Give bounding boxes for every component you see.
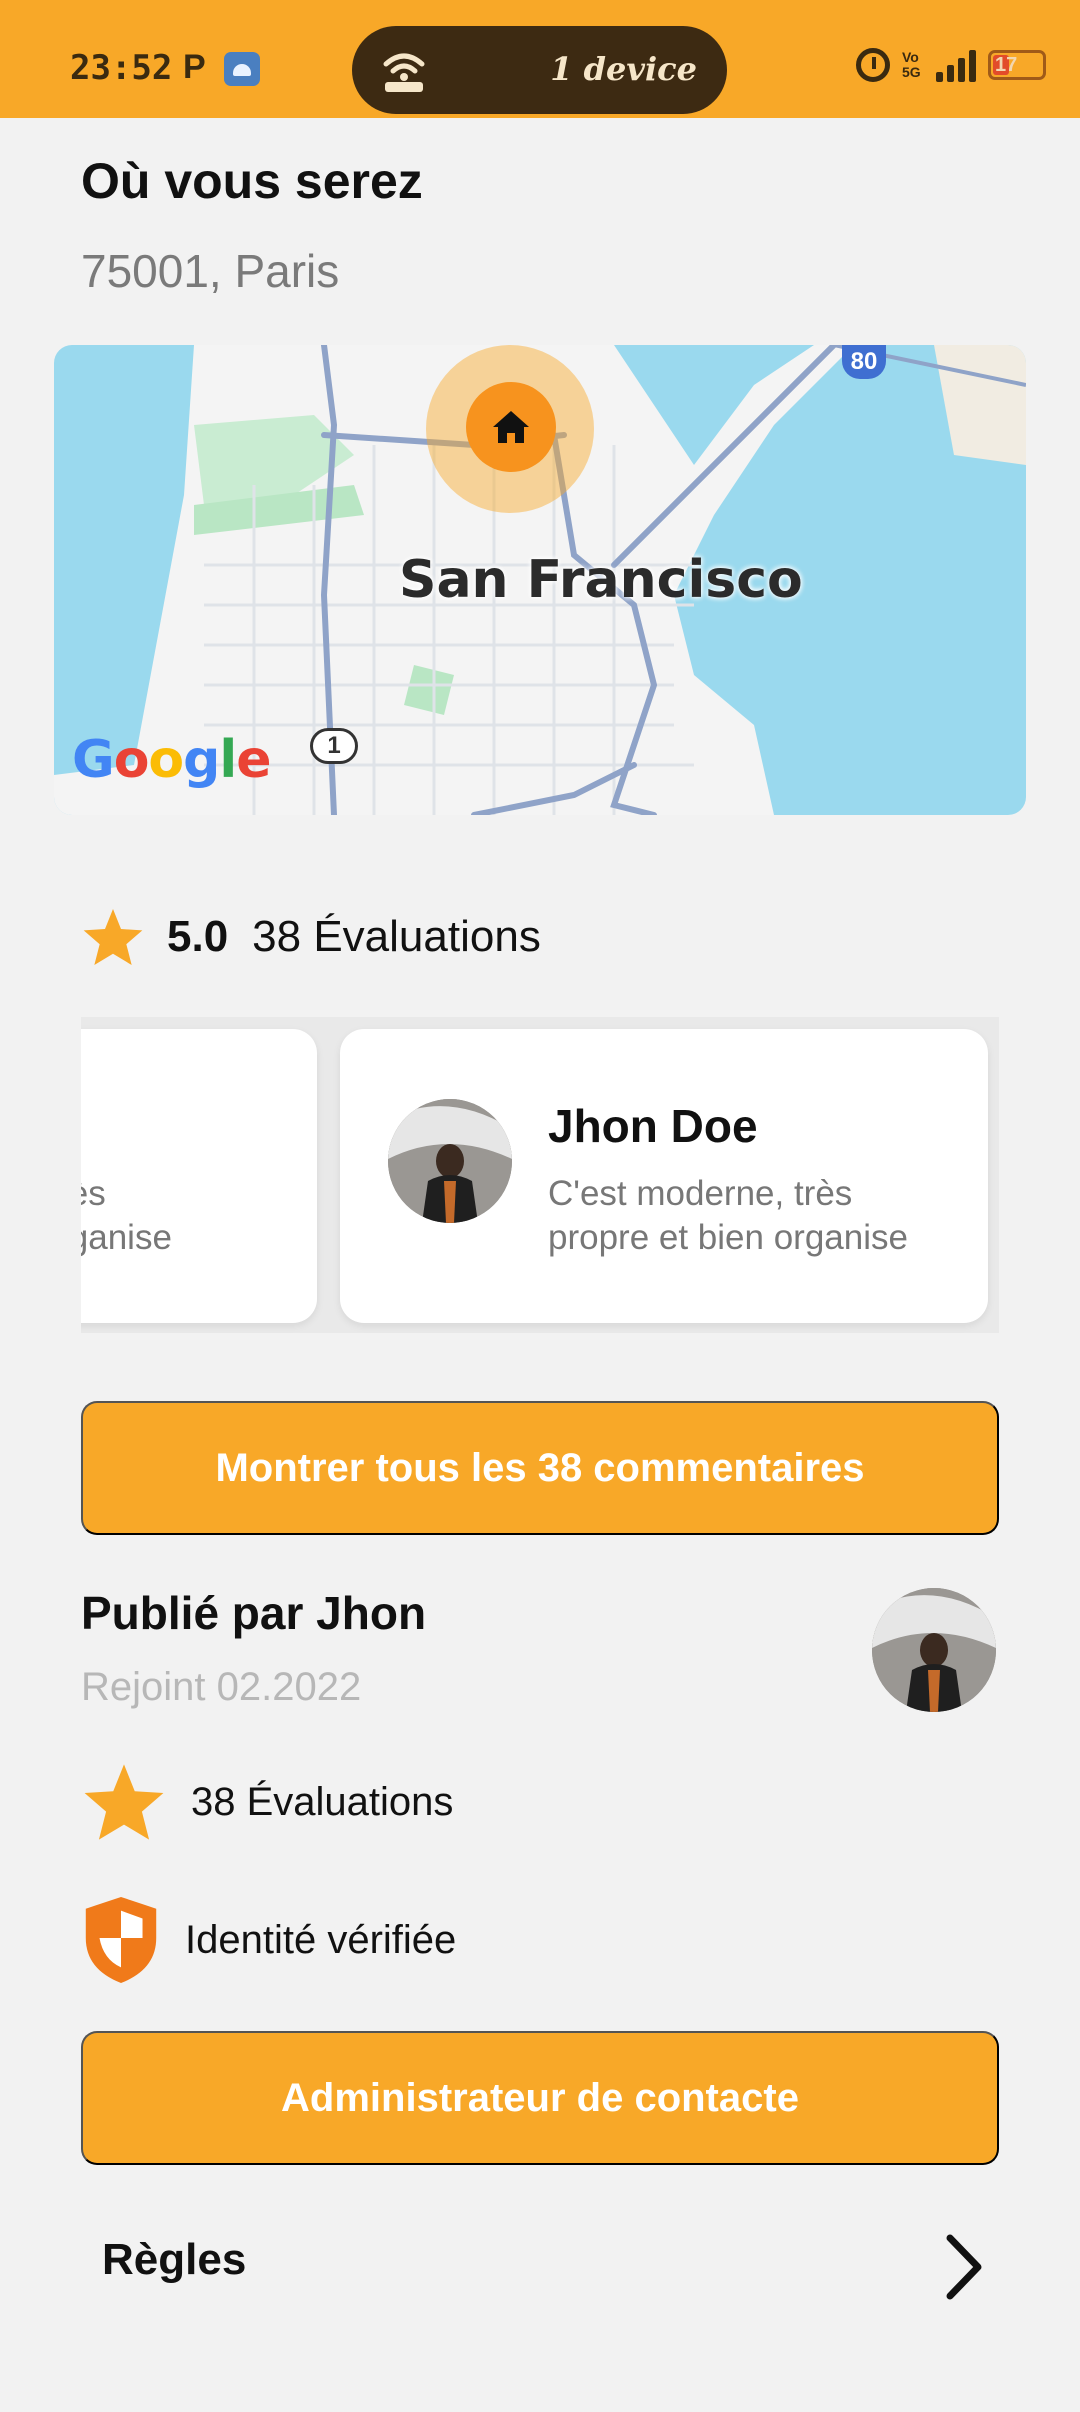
reviews-carousel[interactable]: ne, très en organise Jhon Doe C'est mode… xyxy=(81,1017,999,1333)
battery-level: 17 xyxy=(995,54,1018,76)
android-notification-icon xyxy=(224,52,260,86)
rules-label[interactable]: Règles xyxy=(102,2235,246,2285)
highway-1-shield: 1 xyxy=(310,728,358,764)
google-logo: Google xyxy=(72,730,272,790)
identity-verified-label: Identité vérifiée xyxy=(185,1917,457,1962)
rating-summary: 5.0 38 Évaluations xyxy=(81,906,541,968)
review-card[interactable]: Jhon Doe C'est moderne, très propre et b… xyxy=(340,1029,988,1323)
location-address: 75001, Paris xyxy=(81,245,340,297)
review-text: C'est moderne, très propre et bien organ… xyxy=(548,1174,908,1257)
publisher-reviews: 38 Évaluations xyxy=(81,1760,453,1844)
rating-score: 5.0 xyxy=(167,912,229,961)
review-card[interactable]: ne, très en organise xyxy=(81,1029,317,1323)
publisher-title: Publié par Jhon xyxy=(81,1587,427,1639)
hotspot-icon xyxy=(383,53,425,92)
home-marker[interactable] xyxy=(466,382,556,472)
status-time: 23:52 xyxy=(70,48,173,88)
publisher-reviews-count: 38 Évaluations xyxy=(191,1779,454,1824)
parking-notification-icon: P xyxy=(183,48,206,86)
contact-admin-button[interactable]: Administrateur de contacte xyxy=(81,2031,999,2165)
volte-icon: Vo 5G xyxy=(902,49,921,80)
star-icon xyxy=(84,1764,164,1840)
chevron-right-icon[interactable] xyxy=(942,2232,986,2302)
highway-80-shield: 80 xyxy=(842,345,886,379)
signal-icon xyxy=(936,48,976,82)
hotspot-pill[interactable]: 1 device xyxy=(352,26,727,114)
hotspot-device-count: 1 device xyxy=(550,50,697,88)
publisher-joined-date: Rejoint 02.2022 xyxy=(81,1665,362,1709)
shield-icon xyxy=(85,1896,157,1984)
publisher-avatar[interactable] xyxy=(872,1588,996,1712)
reviewer-name: Jhon Doe xyxy=(548,1100,758,1152)
reviewer-avatar xyxy=(388,1099,512,1223)
status-bar: 23:52 P 1 device Vo 5G 17 xyxy=(0,0,1080,118)
star-icon xyxy=(83,909,143,965)
home-icon xyxy=(493,411,529,443)
location-map[interactable]: 80 1 San Francisco Google xyxy=(54,345,1026,815)
show-all-comments-button[interactable]: Montrer tous les 38 commentaires xyxy=(81,1401,999,1535)
battery-icon: 17 xyxy=(988,50,1046,80)
alarm-icon xyxy=(856,48,890,82)
status-icons: Vo 5G 17 xyxy=(856,48,1046,82)
identity-verified: Identité vérifiée xyxy=(81,1895,456,1985)
rating-count: 38 Évaluations xyxy=(252,912,541,961)
map-city-label: San Francisco xyxy=(399,550,803,610)
location-title: Où vous serez xyxy=(81,153,423,209)
